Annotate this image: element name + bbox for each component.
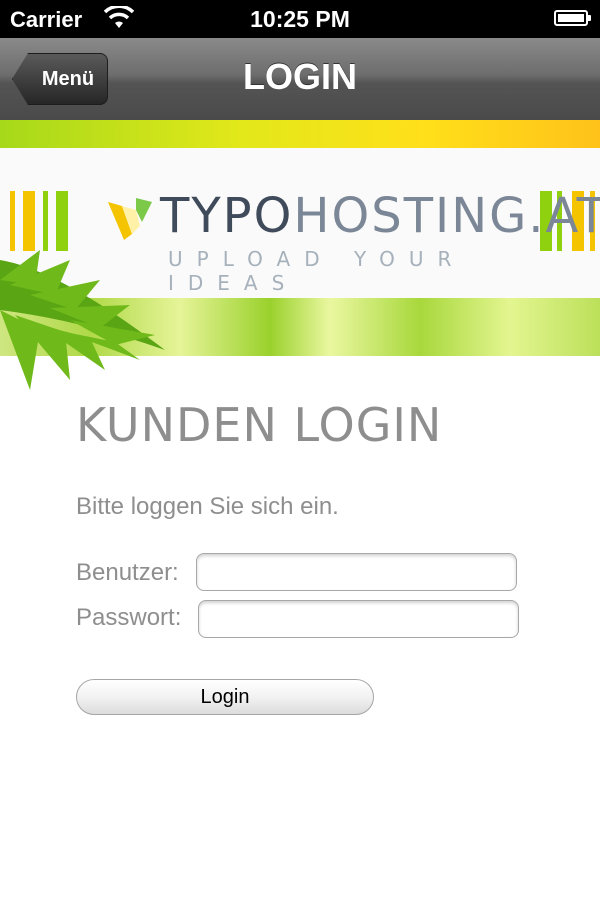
logo-tagline: UPLOAD YOUR IDEAS <box>168 247 466 295</box>
palm-leaf-image <box>0 250 165 390</box>
password-label: Passwort: <box>76 604 182 631</box>
decorative-bars-left <box>10 191 70 251</box>
page-title: LOGIN <box>243 56 357 97</box>
username-label: Benutzer: <box>76 559 179 586</box>
login-instructions: Bitte loggen Sie sich ein. <box>76 493 339 520</box>
banner-color-stripe <box>0 120 600 148</box>
clock: 10:25 PM <box>250 6 350 32</box>
logo-text-part2: HOSTING.AT <box>293 188 600 244</box>
login-button[interactable]: Login <box>76 679 374 715</box>
logo-wordmark: TYPOHOSTING.AT <box>160 188 600 244</box>
navigation-bar: Menü LOGIN <box>0 38 600 121</box>
username-input[interactable] <box>196 553 517 591</box>
logo-text-part1: TYPO <box>160 188 294 244</box>
battery-icon <box>554 10 591 26</box>
password-input[interactable] <box>198 600 519 638</box>
typohosting-logo-icon <box>108 198 152 240</box>
status-bar: Carrier 10:25 PM <box>0 0 600 38</box>
header-banner: TYPOHOSTING.AT UPLOAD YOUR IDEAS <box>0 120 600 390</box>
login-heading: KUNDEN LOGIN <box>76 398 443 452</box>
